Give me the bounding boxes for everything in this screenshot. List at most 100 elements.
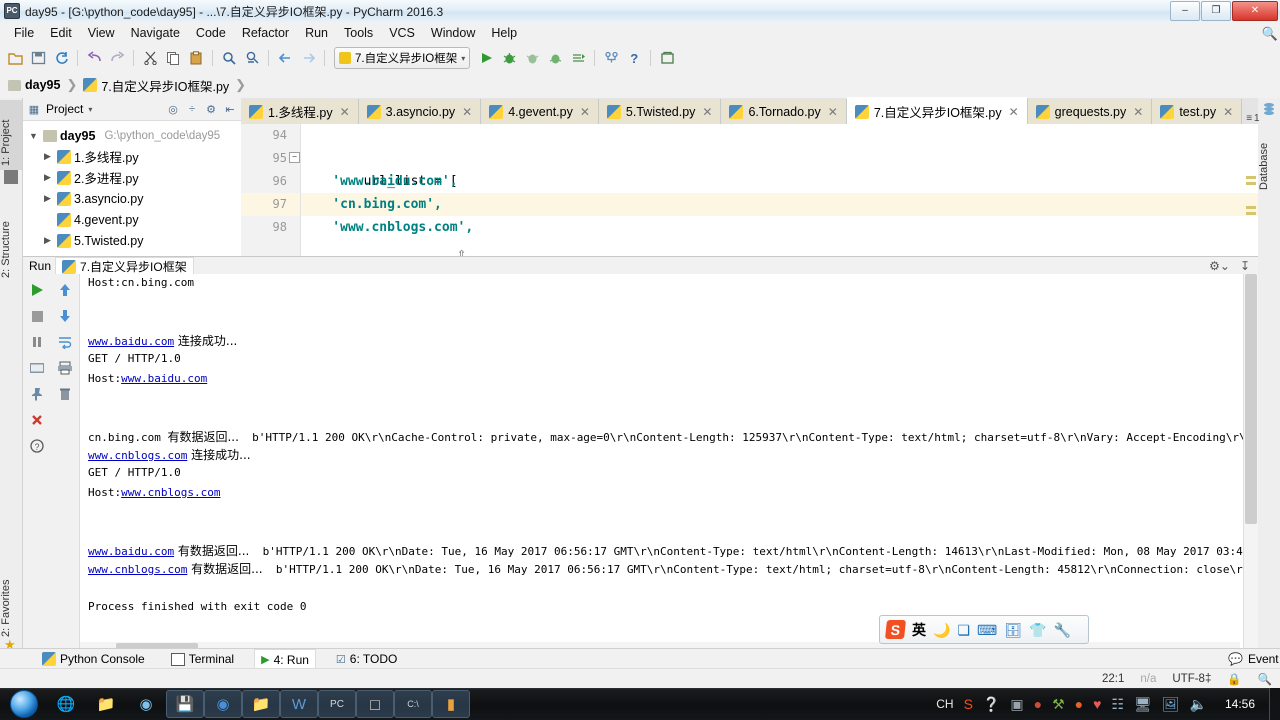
help-icon[interactable]: ? [25, 434, 49, 458]
expand-arrow-icon[interactable]: ▶ [41, 151, 54, 162]
taskbar-clock[interactable]: 14:56 [1217, 697, 1263, 711]
close-icon[interactable]: ✕ [828, 105, 838, 119]
close-button[interactable]: ✕ [1232, 1, 1278, 21]
code-editor[interactable]: 94 95 96 97 98 − url_list = [ 'www.baidu.… [241, 124, 1258, 256]
taskbar-wmp-icon[interactable]: ◉ [126, 690, 166, 718]
menu-vcs[interactable]: VCS [381, 24, 423, 42]
minimize-button[interactable]: – [1170, 1, 1200, 21]
redo-icon[interactable] [106, 47, 128, 69]
tree-row-file[interactable]: 4.gevent.py [23, 209, 241, 230]
toolbox-icon[interactable]: 🗄 [1004, 623, 1022, 637]
pause-icon[interactable] [25, 330, 49, 354]
expand-arrow-icon[interactable]: ▶ [41, 193, 54, 204]
taskbar-explorer-icon[interactable]: 📁 [86, 690, 126, 718]
close-icon[interactable]: ✕ [580, 105, 590, 119]
tree-row-file[interactable]: ▶ 5.Twisted.py [23, 230, 241, 251]
menu-help[interactable]: Help [483, 24, 525, 42]
moon-icon[interactable]: 🌙 [933, 623, 950, 637]
expand-arrow-icon[interactable]: ▶ [41, 172, 54, 183]
open-icon[interactable] [4, 47, 26, 69]
menu-edit[interactable]: Edit [42, 24, 80, 42]
close-icon[interactable]: ✕ [1133, 105, 1143, 119]
caret-position[interactable]: 22:1 [1094, 673, 1132, 685]
menu-view[interactable]: View [80, 24, 123, 42]
editor-code-area[interactable]: − url_list = [ 'www.baidu.com', 'cn.bing.… [289, 124, 1258, 256]
tray-language-label[interactable]: CH [936, 697, 953, 711]
tray-sogou-icon[interactable]: S [964, 697, 973, 711]
gear-icon[interactable]: ⚙ [204, 102, 218, 116]
profile-icon[interactable] [544, 47, 566, 69]
menu-tools[interactable]: Tools [336, 24, 381, 42]
scroll-up-icon[interactable] [53, 278, 77, 302]
scrollbar-thumb[interactable] [1245, 274, 1257, 524]
editor-scroll-marker[interactable] [1246, 212, 1256, 215]
editor-tab-active[interactable]: 7.自定义异步IO框架.py ✕ [846, 97, 1028, 124]
event-log-button[interactable]: 💬 Event Log [1228, 652, 1280, 666]
console-link[interactable]: www.baidu.com [121, 372, 207, 385]
tray-updates-icon[interactable]: ▣ [1010, 697, 1023, 711]
print-icon[interactable] [53, 356, 77, 380]
soft-wrap-icon[interactable] [53, 330, 77, 354]
tray-volume-icon[interactable]: 🔈 [1190, 697, 1207, 711]
editor-tab[interactable]: 1.多线程.py ✕ [241, 99, 359, 124]
code-line[interactable]: − url_list = [ [289, 147, 1258, 189]
menu-file[interactable]: File [6, 24, 42, 42]
run-icon[interactable] [475, 47, 497, 69]
trash-icon[interactable] [53, 382, 77, 406]
close-icon[interactable]: ✕ [462, 105, 472, 119]
sidebar-item-structure[interactable]: 2: Structure [0, 192, 22, 282]
replace-icon[interactable] [241, 47, 263, 69]
copy-icon[interactable] [162, 47, 184, 69]
stop-icon[interactable] [25, 304, 49, 328]
editor-tab[interactable]: 4.gevent.py ✕ [481, 99, 599, 124]
tray-help-icon[interactable]: ❔ [983, 697, 1000, 711]
console-link[interactable]: www.baidu.com [88, 335, 174, 348]
inspection-icon[interactable]: 🔍 [1250, 672, 1280, 686]
coverage-icon[interactable] [521, 47, 543, 69]
breadcrumb-project[interactable]: day95 [8, 78, 60, 92]
code-fold-icon[interactable]: − [289, 152, 300, 163]
locate-icon[interactable]: ◎ [166, 102, 180, 116]
editor-tab[interactable]: 3.asyncio.py ✕ [358, 99, 482, 124]
menu-run[interactable]: Run [297, 24, 336, 42]
code-line[interactable]: 'www.cnblogs.com', [301, 216, 1258, 239]
tray-image-icon[interactable]: 🖼 [1162, 697, 1180, 711]
editor-gutter[interactable]: 94 95 96 97 98 [241, 124, 301, 256]
tab-terminal[interactable]: Terminal [165, 650, 240, 669]
tray-network-icon[interactable]: ☷ [1111, 697, 1124, 711]
expand-arrow-icon[interactable]: ▼ [27, 131, 40, 141]
collapse-all-icon[interactable]: ÷ [185, 102, 199, 116]
forward-icon[interactable] [297, 47, 319, 69]
tab-todo[interactable]: ☑ 6: TODO [330, 650, 403, 669]
tree-row-file[interactable]: ▶ 3.asyncio.py [23, 188, 241, 209]
encoding-selector[interactable]: UTF-8‡ [1164, 673, 1219, 685]
vcs-update-icon[interactable] [600, 47, 622, 69]
console-link[interactable]: www.baidu.com [88, 545, 174, 558]
editor-tab[interactable]: 6.Tornado.py ✕ [721, 99, 847, 124]
find-icon[interactable] [218, 47, 240, 69]
scroll-down-icon[interactable] [53, 304, 77, 328]
chevron-down-icon[interactable]: ▾ [461, 54, 465, 63]
run-config-tab[interactable]: 7.自定义异步IO框架 [55, 257, 194, 275]
taskbar-ie-icon[interactable]: 🌐 [46, 690, 86, 718]
editor-resize-handle[interactable]: ⇧ [241, 248, 1258, 261]
close-icon[interactable]: ✕ [702, 105, 712, 119]
line-separator[interactable]: n/a [1132, 673, 1164, 685]
console-vertical-scrollbar[interactable] [1243, 274, 1258, 656]
back-icon[interactable] [274, 47, 296, 69]
help-icon[interactable]: ? [623, 47, 645, 69]
taskbar-cmd-icon[interactable]: C:\ [394, 690, 432, 718]
cut-icon[interactable] [139, 47, 161, 69]
editor-scroll-marker[interactable] [1246, 182, 1256, 185]
hide-panel-icon[interactable]: ⇤ [223, 102, 237, 116]
taskbar-chrome-icon[interactable]: ◉ [204, 690, 242, 718]
save-all-icon[interactable] [27, 47, 49, 69]
sidebar-item-favorites[interactable]: 2: Favorites [0, 553, 22, 641]
close-icon[interactable]: ✕ [1009, 105, 1019, 119]
undo-icon[interactable] [83, 47, 105, 69]
database-stack-icon[interactable] [1262, 102, 1276, 116]
editor-scroll-marker[interactable] [1246, 176, 1256, 179]
commander-icon[interactable] [4, 170, 18, 184]
code-line-active[interactable]: 'cn.bing.com', [301, 193, 1258, 216]
tab-python-console[interactable]: Python Console [36, 650, 151, 669]
